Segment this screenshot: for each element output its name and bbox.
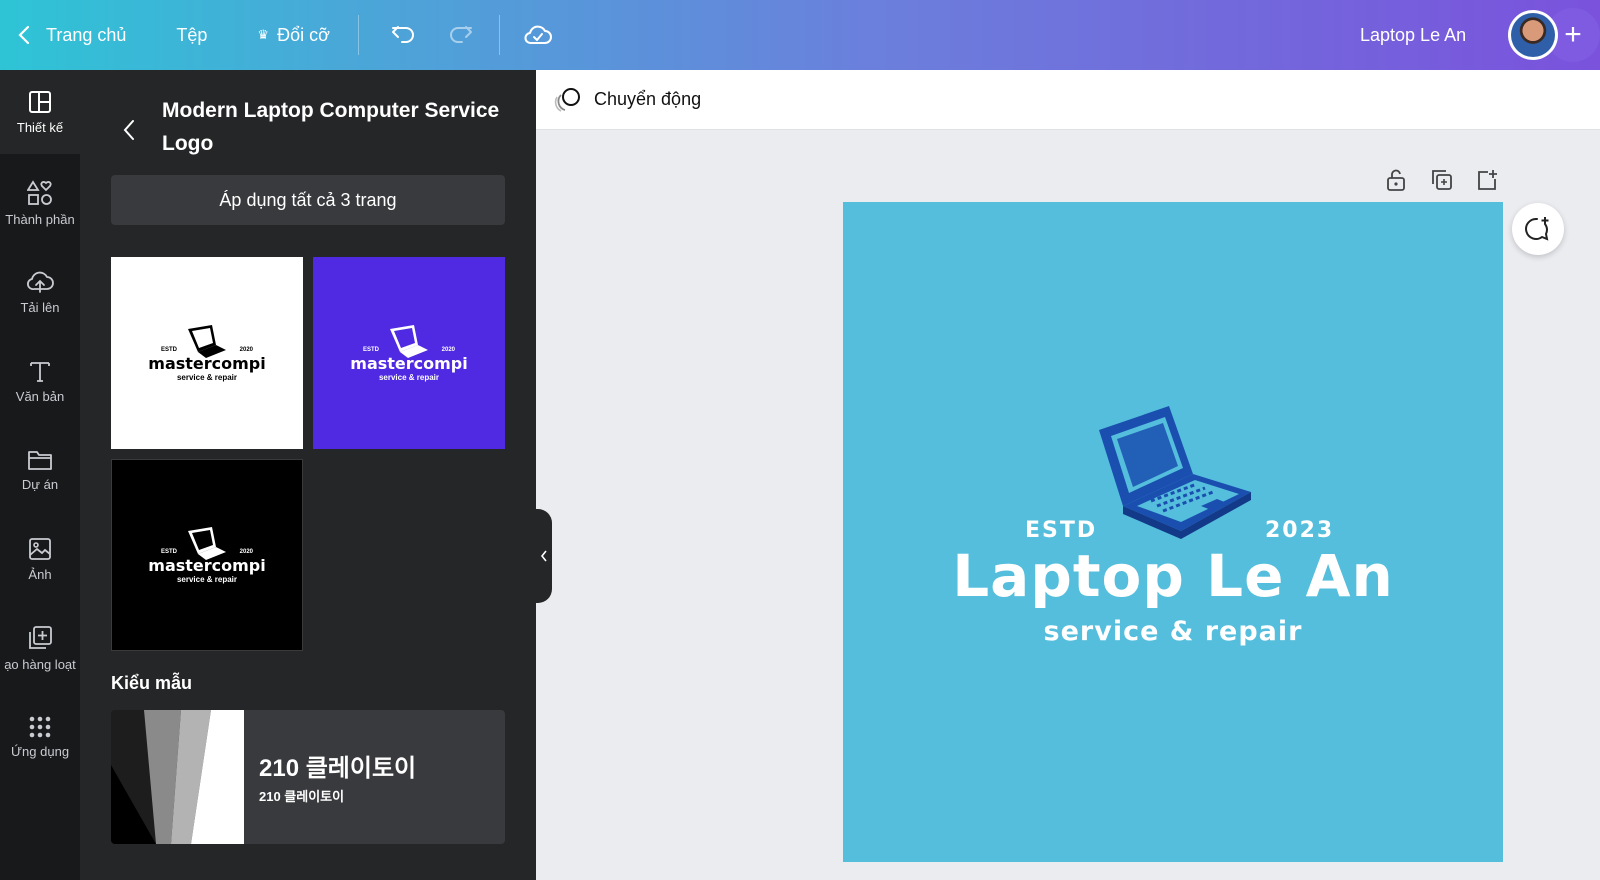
rail-item-elements[interactable]: Thành phần xyxy=(0,161,80,245)
rail-label: ạo hàng loạt xyxy=(4,656,76,672)
add-comment-button[interactable] xyxy=(1512,203,1564,255)
estd-row: ESTD 2020 xyxy=(161,549,253,555)
styles-heading: Kiểu mẫu xyxy=(111,673,193,693)
style-card[interactable]: 210 클레이토이 210 클레이토이 xyxy=(111,710,505,844)
file-menu-button[interactable]: Tệp xyxy=(176,0,207,70)
cloud-upload-icon xyxy=(27,271,54,293)
rail-label: Dự án xyxy=(21,476,59,492)
rail-item-projects[interactable]: Dự án xyxy=(0,428,80,512)
estd-text: ESTD xyxy=(161,548,178,555)
redo-icon xyxy=(449,26,472,43)
duplicate-page-button[interactable] xyxy=(1428,166,1456,194)
design-title[interactable]: Laptop Le An xyxy=(1360,0,1466,70)
template-page-thumbnail[interactable]: ESTD 2020 mastercompi service & repair xyxy=(313,257,505,449)
year-text: 2020 xyxy=(441,346,455,353)
brand-name-text[interactable]: Laptop Le An xyxy=(843,542,1503,610)
estd-row: ESTD 2020 xyxy=(161,347,253,353)
rail-item-photos[interactable]: Ảnh xyxy=(0,517,80,601)
text-icon xyxy=(30,361,50,382)
divider xyxy=(498,15,500,55)
estd-text: ESTD xyxy=(363,346,380,353)
year-text: 2020 xyxy=(239,346,253,353)
chevron-left-icon xyxy=(18,25,30,45)
style-font-preview-large: 210 클레이토이 xyxy=(259,755,417,782)
plus-icon: + xyxy=(1564,18,1582,51)
unlock-icon xyxy=(1387,169,1405,191)
shapes-icon xyxy=(27,179,52,205)
resize-label: Đổi cỡ xyxy=(277,24,330,45)
design-page[interactable]: ESTD 2023 Laptop Le An service & repair xyxy=(843,202,1503,862)
rail-item-design[interactable]: Thiết kế xyxy=(0,70,80,154)
style-swatch-art xyxy=(111,710,244,844)
tagline-text: service & repair xyxy=(176,372,238,382)
style-swatch xyxy=(111,710,244,844)
rail-item-uploads[interactable]: Tải lên xyxy=(0,250,80,334)
rail-item-text[interactable]: Văn bản xyxy=(0,339,80,423)
avatar[interactable] xyxy=(1508,10,1558,60)
template-title: Modern Laptop Computer Service Logo xyxy=(162,99,500,155)
tagline-text: service & repair xyxy=(176,574,238,584)
editor-toolbar: Chuyển động xyxy=(536,70,1600,130)
avatar-image xyxy=(1511,13,1555,57)
animate-icon xyxy=(554,87,580,112)
duplicate-icon xyxy=(1432,170,1452,190)
rail-label: Thiết kế xyxy=(16,119,64,135)
layout-icon xyxy=(29,90,51,113)
add-page-icon xyxy=(1478,170,1497,190)
estd-row: ESTD 2020 xyxy=(363,347,455,353)
year-text: 2023 xyxy=(1265,518,1335,543)
rail-item-apps[interactable]: Ứng dụng xyxy=(0,695,80,779)
image-icon xyxy=(29,537,51,560)
back-button[interactable] xyxy=(122,118,142,142)
brand-text: mastercompi xyxy=(350,353,468,373)
template-panel: Modern Laptop Computer Service Logo Áp d… xyxy=(80,70,536,880)
divider xyxy=(357,15,359,55)
rail-label: Ứng dụng xyxy=(10,743,70,759)
comment-plus-icon xyxy=(1525,217,1549,241)
rail-label: Ảnh xyxy=(28,566,52,582)
laptop-icon xyxy=(1099,406,1251,539)
rail-label: Thành phần xyxy=(5,211,75,227)
top-bar: Trang chủ Tệp ♛ Đổi cỡ Laptop Le An + xyxy=(0,0,1600,70)
apps-grid-icon xyxy=(29,716,51,737)
home-button[interactable]: Trang chủ xyxy=(18,0,126,70)
rail-label: Văn bản xyxy=(15,388,65,404)
undo-icon xyxy=(391,26,414,43)
animate-button[interactable]: Chuyển động xyxy=(554,87,701,113)
rail-item-bulk-create[interactable]: ạo hàng loạt xyxy=(0,606,80,690)
rail-label: Tải lên xyxy=(20,299,60,315)
file-label: Tệp xyxy=(176,24,208,45)
cloud-save-button[interactable] xyxy=(518,15,558,55)
tagline-text[interactable]: service & repair xyxy=(843,616,1503,647)
resize-button[interactable]: ♛ Đổi cỡ xyxy=(257,0,329,70)
undo-button[interactable] xyxy=(383,15,423,55)
template-page-thumbnail[interactable]: ESTD 2020 mastercompi service & repair xyxy=(111,257,303,449)
brand-text: mastercompi xyxy=(148,555,266,575)
estd-text: ESTD xyxy=(1025,518,1098,543)
apply-all-pages-button[interactable]: Áp dụng tất cả 3 trang xyxy=(111,175,505,225)
style-font-preview-small: 210 클레이토이 xyxy=(259,789,345,804)
estd-text: ESTD xyxy=(161,346,178,353)
lock-page-button[interactable] xyxy=(1382,166,1410,194)
left-rail: Thiết kế Thành phần Tải lên Văn bản Dự á… xyxy=(0,70,80,880)
crown-icon: ♛ xyxy=(257,27,270,42)
tagline-text: service & repair xyxy=(378,372,440,382)
animate-label: Chuyển động xyxy=(594,89,702,109)
collapse-panel-button[interactable] xyxy=(536,509,552,603)
template-page-thumbnail[interactable]: ESTD 2020 mastercompi service & repair xyxy=(111,459,303,651)
brand-text: mastercompi xyxy=(148,353,266,373)
chevron-left-icon xyxy=(123,120,134,140)
folder-icon xyxy=(28,450,52,470)
chevron-left-icon xyxy=(540,550,547,562)
add-page-button[interactable] xyxy=(1473,166,1501,194)
bulk-create-icon xyxy=(29,625,52,649)
cloud-check-icon xyxy=(524,25,552,44)
year-text: 2020 xyxy=(239,548,253,555)
home-label: Trang chủ xyxy=(46,24,127,45)
redo-button[interactable] xyxy=(441,15,481,55)
